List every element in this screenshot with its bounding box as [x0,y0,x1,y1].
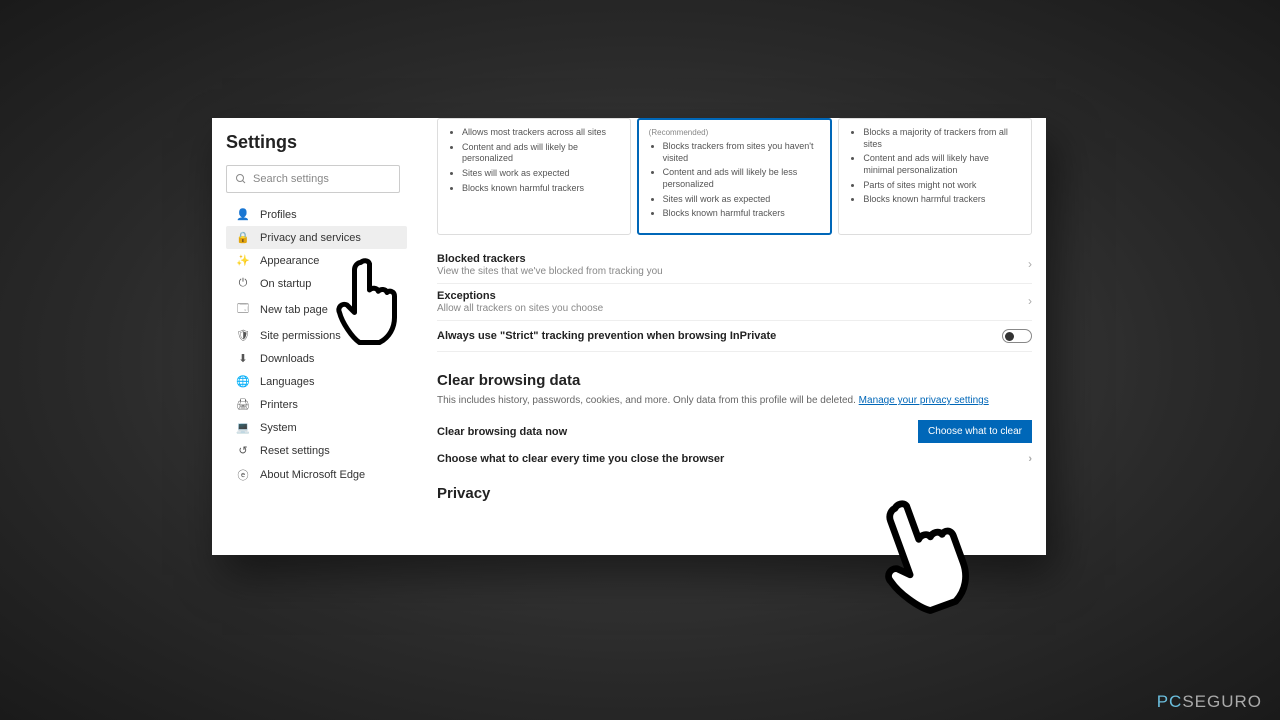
search-input[interactable]: Search settings [226,165,400,193]
sidebar-item-label: System [260,422,297,434]
sidebar-item-privacy-and-services[interactable]: 🔒 Privacy and services [226,226,407,249]
clear-every-close-label: Choose what to clear every time you clos… [437,453,724,465]
sidebar-item-label: About Microsoft Edge [260,469,365,481]
nav-icon: 🌐 [234,375,252,388]
page-title: Settings [226,132,407,153]
tracking-cards: Allows most trackers across all sites Con… [437,118,1032,235]
nav-icon: ↺ [234,444,252,457]
search-icon [235,173,247,185]
sidebar-item-reset-settings[interactable]: ↺ Reset settings [226,439,407,462]
sidebar-item-system[interactable]: 💻 System [226,416,407,439]
choose-what-to-clear-button[interactable]: Choose what to clear [918,420,1032,443]
sidebar-item-label: On startup [260,278,311,290]
blocked-trackers-title: Blocked trackers [437,253,1032,265]
chevron-right-icon: › [1028,257,1032,271]
sidebar-item-label: Appearance [260,255,319,267]
strict-inprivate-row: Always use "Strict" tracking prevention … [437,321,1032,352]
nav-icon: ✨ [234,254,252,267]
nav-icon: 🛡 [234,329,252,342]
clear-browsing-data-title: Clear browsing data [437,372,1032,389]
sidebar-item-label: Downloads [260,353,314,365]
tracking-bullet: Content and ads will likely be personali… [462,142,620,165]
tracking-bullet: Sites will work as expected [462,168,620,180]
nav-icon: 👤 [234,208,252,221]
tracking-bullet: Blocks a majority of trackers from all s… [863,127,1021,150]
blocked-trackers-row[interactable]: Blocked trackers View the sites that we'… [437,247,1032,284]
nav-icon: ⬇ [234,352,252,365]
main-content: Allows most trackers across all sites Con… [407,118,1046,555]
nav-icon: 🖨 [234,398,252,411]
chevron-right-icon: › [1028,453,1032,465]
exceptions-row[interactable]: Exceptions Allow all trackers on sites y… [437,284,1032,321]
tracking-bullets: Blocks trackers from sites you haven't v… [649,141,821,220]
hand-cursor-icon [870,492,975,627]
sidebar-item-label: Printers [260,399,298,411]
tracking-bullet: Blocks trackers from sites you haven't v… [663,141,821,164]
sidebar-item-about-microsoft-edge[interactable]: ⓔ About Microsoft Edge [226,462,407,488]
watermark: PCSEGURO [1157,692,1262,712]
tracking-bullet: Parts of sites might not work [863,180,1021,192]
sidebar-item-label: Privacy and services [260,232,361,244]
manage-privacy-link[interactable]: Manage your privacy settings [859,395,989,406]
sidebar-item-label: Languages [260,376,314,388]
clear-every-close-row[interactable]: Choose what to clear every time you clos… [437,453,1032,465]
tracking-bullet: Sites will work as expected [663,194,821,206]
clear-now-row: Clear browsing data now Choose what to c… [437,420,1032,443]
tracking-card[interactable]: Allows most trackers across all sites Con… [437,118,631,235]
clear-now-label: Clear browsing data now [437,426,567,438]
tracking-bullet: Content and ads will likely be less pers… [663,167,821,190]
sidebar-item-profiles[interactable]: 👤 Profiles [226,203,407,226]
nav-icon: 🔒 [234,231,252,244]
chevron-right-icon: › [1028,294,1032,308]
strict-inprivate-label: Always use "Strict" tracking prevention … [437,330,776,342]
sidebar-item-languages[interactable]: 🌐 Languages [226,370,407,393]
tracking-card[interactable]: Blocks a majority of trackers from all s… [838,118,1032,235]
sidebar-item-label: Reset settings [260,445,330,457]
tracking-bullets: Allows most trackers across all sites Con… [448,127,620,194]
tracking-bullet: Blocks known harmful trackers [663,208,821,220]
search-placeholder: Search settings [253,173,329,185]
nav-icon: ⓔ [234,467,252,483]
sidebar-item-label: New tab page [260,304,328,316]
tracking-card[interactable]: (Recommended) Blocks trackers from sites … [637,118,833,235]
sidebar-item-printers[interactable]: 🖨 Printers [226,393,407,416]
nav-icon: 🗔 [234,300,252,319]
exceptions-title: Exceptions [437,290,1032,302]
strict-toggle[interactable] [1002,329,1032,343]
exceptions-sub: Allow all trackers on sites you choose [437,303,1032,314]
tracking-bullet: Content and ads will likely have minimal… [863,153,1021,176]
blocked-trackers-sub: View the sites that we've blocked from t… [437,266,1032,277]
recommended-label: (Recommended) [649,128,821,137]
nav-icon: ⏻ [234,277,252,290]
tracking-bullet: Allows most trackers across all sites [462,127,620,139]
tracking-bullet: Blocks known harmful trackers [462,183,620,195]
sidebar-item-label: Profiles [260,209,297,221]
hand-cursor-icon [328,255,406,355]
nav-icon: 💻 [234,421,252,434]
clear-browsing-data-desc: This includes history, passwords, cookie… [437,395,1032,406]
tracking-bullets: Blocks a majority of trackers from all s… [849,127,1021,206]
tracking-bullet: Blocks known harmful trackers [863,194,1021,206]
